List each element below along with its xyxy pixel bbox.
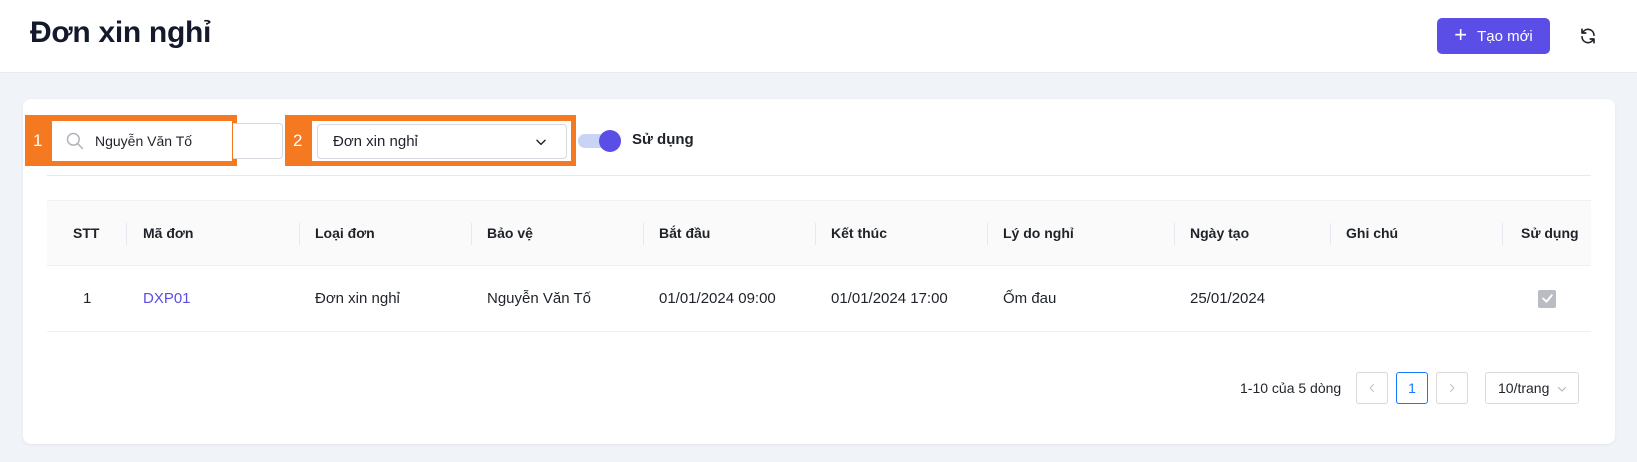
cell-active xyxy=(1538,266,1556,331)
column-header-start: Bắt đầu xyxy=(659,225,711,241)
column-header-type: Loại đơn xyxy=(315,225,375,241)
cell-type: Đơn xin nghỉ xyxy=(315,290,400,307)
cell-stt: 1 xyxy=(83,290,92,307)
cell-guard: Nguyễn Văn Tố xyxy=(487,290,591,307)
column-header-guard: Bảo vệ xyxy=(487,225,533,241)
create-button[interactable]: + Tạo mới xyxy=(1437,18,1550,54)
create-button-label: Tạo mới xyxy=(1477,27,1533,45)
refresh-button[interactable] xyxy=(1576,24,1600,48)
refresh-icon xyxy=(1581,28,1595,44)
cell-start: 01/01/2024 09:00 xyxy=(659,290,776,307)
search-icon xyxy=(66,132,84,150)
leave-table: STT Mã đơn Loại đơn Bảo vệ Bắt đầu Kết t… xyxy=(47,200,1591,332)
page-button-current[interactable]: 1 xyxy=(1396,372,1428,404)
column-header-stt: STT xyxy=(73,225,100,241)
toggle-label: Sử dụng xyxy=(632,131,694,148)
column-header-active: Sử dụng xyxy=(1521,225,1579,241)
toggle-knob xyxy=(599,130,621,152)
type-select-value: Đơn xin nghỉ xyxy=(333,133,418,150)
type-select[interactable]: Đơn xin nghỉ xyxy=(317,124,567,159)
top-bar: Đơn xin nghỉ + Tạo mới xyxy=(0,0,1637,73)
page-size-value: 10/trang xyxy=(1498,380,1550,396)
column-header-created: Ngày tạo xyxy=(1190,225,1250,241)
cell-code-link[interactable]: DXP01 xyxy=(143,266,191,331)
chevron-right-icon xyxy=(1449,383,1455,393)
table-header: STT Mã đơn Loại đơn Bảo vệ Bắt đầu Kết t… xyxy=(47,200,1591,266)
active-toggle[interactable] xyxy=(578,130,622,152)
annotation-label-1: 1 xyxy=(33,130,43,150)
next-page-button[interactable] xyxy=(1436,372,1468,404)
cell-reason: Ốm đau xyxy=(1003,290,1057,307)
chevron-down-icon xyxy=(1557,386,1567,392)
table-row[interactable]: 1 DXP01 Đơn xin nghỉ Nguyễn Văn Tố 01/01… xyxy=(47,266,1591,332)
search-value: Nguyễn Văn Tố xyxy=(95,133,193,149)
search-input[interactable]: Nguyễn Văn Tố xyxy=(57,123,231,159)
active-checkbox[interactable] xyxy=(1538,289,1556,308)
prev-page-button[interactable] xyxy=(1356,372,1388,404)
cell-created: 25/01/2024 xyxy=(1190,290,1266,307)
cell-end: 01/01/2024 17:00 xyxy=(831,290,948,307)
chevron-down-icon xyxy=(536,139,546,146)
page-title: Đơn xin nghỉ xyxy=(30,16,212,49)
column-header-reason: Lý do nghỉ xyxy=(1003,225,1074,241)
column-header-code: Mã đơn xyxy=(143,225,194,241)
chevron-left-icon xyxy=(1369,383,1375,393)
column-header-note: Ghi chú xyxy=(1346,225,1399,241)
check-icon xyxy=(1541,294,1553,303)
page-size-select[interactable]: 10/trang xyxy=(1485,372,1579,404)
filter-divider xyxy=(47,175,1591,176)
search-input-end[interactable] xyxy=(233,123,283,159)
annotation-label-2: 2 xyxy=(293,130,303,150)
pagination-total: 1-10 của 5 dòng xyxy=(1240,380,1342,396)
plus-icon: + xyxy=(1454,22,1468,47)
column-header-end: Kết thúc xyxy=(831,225,887,241)
